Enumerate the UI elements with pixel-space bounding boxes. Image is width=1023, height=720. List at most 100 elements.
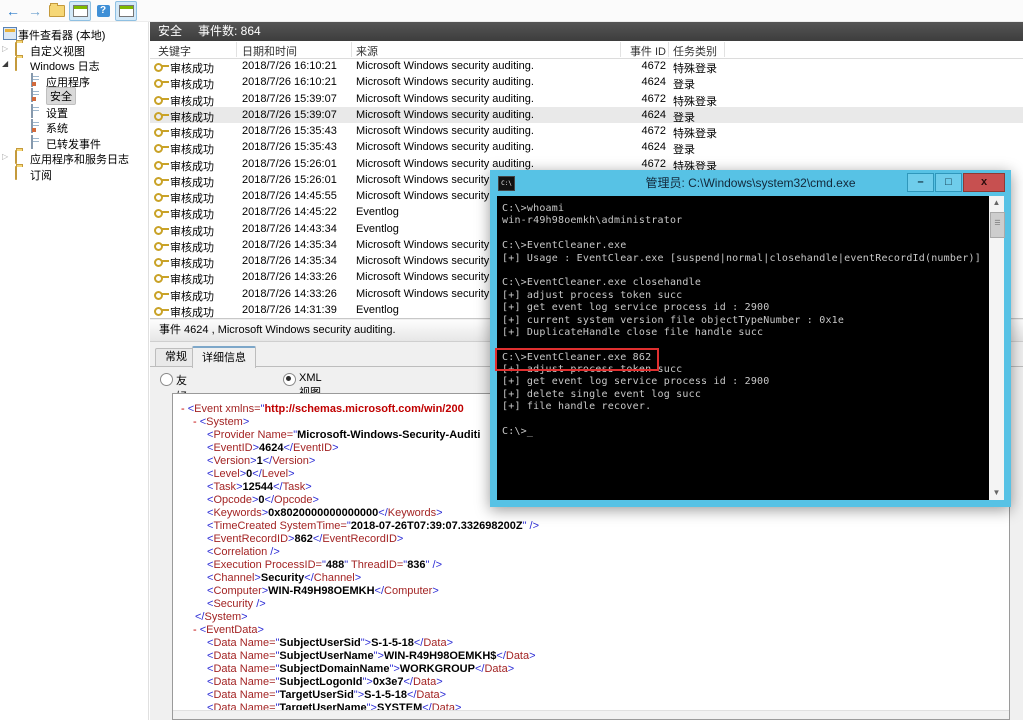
- xml-token: Version: [213, 455, 250, 467]
- sidebar-item-自定义视图[interactable]: ▷自定义视图: [0, 42, 2, 57]
- column-divider[interactable]: [620, 42, 621, 57]
- cmd-scrollbar[interactable]: ▲ ☰ ▼: [989, 196, 1004, 500]
- folder-icon: [15, 57, 17, 71]
- table-row[interactable]: 审核成功2018/7/26 15:35:43Microsoft Windows …: [150, 123, 1023, 139]
- table-row[interactable]: 审核成功2018/7/26 15:39:07Microsoft Windows …: [150, 107, 1023, 123]
- tab-details[interactable]: 详细信息: [192, 346, 256, 368]
- xml-token: xmlns=: [222, 403, 260, 415]
- show-console-tree-button[interactable]: [69, 1, 91, 21]
- xml-token: Channel: [213, 572, 254, 584]
- xml-token: Keywords: [213, 507, 261, 519]
- key-icon: [154, 306, 169, 316]
- xml-token: >: [447, 637, 453, 649]
- log-mark-icon: [31, 119, 33, 133]
- table-row[interactable]: 审核成功2018/7/26 15:39:07Microsoft Windows …: [150, 91, 1023, 107]
- xml-token: 862: [294, 533, 312, 545]
- column-divider[interactable]: [668, 42, 669, 57]
- table-row[interactable]: 审核成功2018/7/26 15:35:43Microsoft Windows …: [150, 139, 1023, 155]
- close-button[interactable]: x: [963, 173, 1005, 192]
- datetime-cell: 2018/7/26 16:10:21: [242, 60, 337, 72]
- xml-token: SubjectDomainName: [279, 663, 389, 675]
- log-title: 安全: [158, 22, 182, 41]
- xml-token: Data: [213, 689, 236, 701]
- source-cell: Microsoft Windows security auditing.: [356, 60, 534, 72]
- column-header-row: 关键字 日期和时间 来源 事件 ID 任务类别: [150, 41, 1023, 59]
- key-icon: [154, 160, 169, 170]
- xml-token: Opcode: [274, 494, 313, 506]
- source-cell: Microsoft Windows security auditing.: [356, 109, 534, 121]
- column-task[interactable]: 任务类别: [673, 43, 717, 59]
- column-event-id[interactable]: 事件 ID: [580, 43, 666, 59]
- xml-token: Channel: [314, 572, 355, 584]
- key-icon: [154, 78, 169, 88]
- show-action-pane-button[interactable]: [115, 1, 137, 21]
- source-cell: Microsoft Windows security auditing.: [356, 158, 534, 170]
- sidebar-item-安全[interactable]: 安全: [0, 88, 2, 103]
- key-icon: [154, 192, 169, 202]
- xml-token: >: [432, 585, 438, 597]
- column-divider[interactable]: [236, 42, 237, 57]
- sidebar-item-设置[interactable]: 设置: [0, 104, 2, 119]
- xml-line: <Computer>WIN-R49H98OEMKH</Computer>: [173, 585, 1009, 598]
- xml-token: WIN-R49H98OEMKH$: [384, 650, 496, 662]
- scrollbar-thumb[interactable]: ☰: [990, 212, 1005, 238]
- cmd-titlebar[interactable]: C:\ 管理员: C:\Windows\system32\cmd.exe – □…: [490, 170, 1011, 196]
- expand-icon[interactable]: ▷: [2, 44, 8, 53]
- sidebar-item-订阅[interactable]: 订阅: [0, 166, 2, 181]
- sidebar-item-Windows-日志[interactable]: ◢Windows 日志: [0, 57, 2, 72]
- xml-token: Computer: [213, 585, 261, 597]
- xml-token: Data: [213, 650, 236, 662]
- xml-token: Name=: [237, 676, 276, 688]
- toolbar: ← →?: [0, 0, 1023, 22]
- event-count: 事件数: 864: [198, 22, 261, 41]
- console-line: [+] delete single event log succ: [502, 389, 984, 401]
- console-line: [+] adjust process token succ: [502, 290, 984, 302]
- xml-token: </: [496, 650, 505, 662]
- xml-token: </: [304, 572, 313, 584]
- open-button[interactable]: [47, 2, 67, 20]
- sidebar-item-应用程序和服务日志[interactable]: ▷应用程序和服务日志: [0, 150, 2, 165]
- friendly-view-radio[interactable]: [160, 373, 173, 386]
- column-source[interactable]: 来源: [356, 43, 378, 59]
- forward-button[interactable]: →: [25, 2, 45, 20]
- table-row[interactable]: 审核成功2018/7/26 16:10:21Microsoft Windows …: [150, 58, 1023, 74]
- table-row[interactable]: 审核成功2018/7/26 16:10:21Microsoft Windows …: [150, 74, 1023, 90]
- scroll-down-icon[interactable]: ▼: [989, 486, 1004, 500]
- xml-token: ProcessID=: [262, 559, 322, 571]
- column-divider[interactable]: [351, 42, 352, 57]
- xml-horizontal-scrollbar[interactable]: [173, 710, 1009, 719]
- sidebar-item-已转发事件[interactable]: 已转发事件: [0, 135, 2, 150]
- key-icon: [154, 62, 169, 72]
- console-line: [+] get event log service process id : 2…: [502, 302, 984, 314]
- xml-token: >: [440, 689, 446, 701]
- minimize-button[interactable]: –: [907, 173, 934, 192]
- xml-token: >: [313, 494, 319, 506]
- xml-token: SubjectUserName: [279, 650, 373, 662]
- sidebar-item-应用程序[interactable]: 应用程序: [0, 73, 2, 88]
- column-keywords[interactable]: 关键字: [158, 43, 191, 59]
- xml-token: 4624: [259, 442, 283, 454]
- back-button[interactable]: ←: [3, 2, 23, 20]
- event-id-cell: 4624: [580, 141, 666, 153]
- xml-token: ">: [361, 637, 371, 649]
- xml-token: TimeCreated: [213, 520, 276, 532]
- help-button[interactable]: ?: [93, 2, 113, 20]
- scroll-up-icon[interactable]: ▲: [989, 196, 1004, 210]
- log-icon: [31, 104, 33, 118]
- tab-general[interactable]: 常规: [155, 348, 197, 366]
- column-datetime[interactable]: 日期和时间: [242, 43, 297, 59]
- column-divider[interactable]: [724, 42, 725, 57]
- xml-view-radio[interactable]: [283, 373, 296, 386]
- back-arrow-icon: ←: [6, 4, 20, 18]
- maximize-button[interactable]: □: [935, 173, 962, 192]
- key-icon: [154, 225, 169, 235]
- collapse-icon[interactable]: ◢: [2, 59, 8, 68]
- sidebar-item-系统[interactable]: 系统: [0, 119, 2, 134]
- xml-token: >: [529, 650, 535, 662]
- console-line: [502, 228, 984, 240]
- console-window-icon: [119, 5, 134, 17]
- expand-icon[interactable]: ▷: [2, 152, 8, 161]
- xml-token: >: [309, 455, 315, 467]
- cmd-window: C:\ 管理员: C:\Windows\system32\cmd.exe – □…: [490, 170, 1011, 507]
- xml-token: >: [258, 624, 264, 636]
